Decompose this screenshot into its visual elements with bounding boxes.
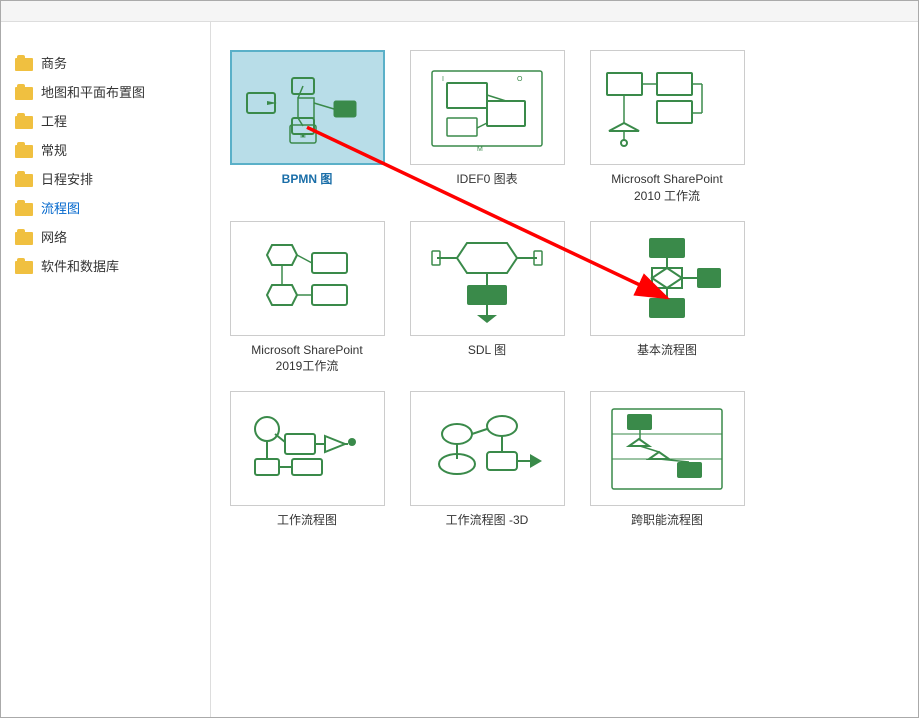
- template-item-work3d[interactable]: 工作流程图 -3D: [407, 391, 567, 529]
- template-label-sp2010: Microsoft SharePoint 2010 工作流: [611, 171, 722, 205]
- template-panel: ▣ BPMN 图 I O M IDEF0 图表 Microsoft ShareP…: [211, 22, 918, 717]
- sidebar-item-flowchart[interactable]: 流程图: [9, 193, 202, 222]
- category-label: 常规: [41, 140, 67, 159]
- category-label: 地图和平面布置图: [41, 82, 145, 101]
- folder-icon: [15, 258, 35, 274]
- dialog: 商务地图和平面布置图工程常规日程安排流程图网络软件和数据库 ▣ BPMN 图: [0, 0, 919, 718]
- category-panel: 商务地图和平面布置图工程常规日程安排流程图网络软件和数据库: [1, 22, 211, 717]
- template-label-idef0: IDEF0 图表: [456, 171, 517, 188]
- svg-text:I: I: [442, 76, 444, 83]
- svg-text:O: O: [517, 76, 523, 83]
- template-item-work[interactable]: 工作流程图: [227, 391, 387, 529]
- template-label-cross: 跨职能流程图: [631, 512, 703, 529]
- template-label-sp2019: Microsoft SharePoint 2019工作流: [251, 342, 362, 376]
- category-label: 软件和数据库: [41, 256, 119, 275]
- template-thumb-work3d: [410, 391, 565, 506]
- template-item-cross[interactable]: 跨职能流程图: [587, 391, 747, 529]
- sidebar-item-general[interactable]: 常规: [9, 135, 202, 164]
- template-item-sdl[interactable]: SDL 图: [407, 221, 567, 376]
- template-item-basic[interactable]: 基本流程图: [587, 221, 747, 376]
- template-thumb-work: [230, 391, 385, 506]
- sidebar-item-business[interactable]: 商务: [9, 48, 202, 77]
- template-thumb-cross: [590, 391, 745, 506]
- category-label: 网络: [41, 227, 67, 246]
- folder-icon: [15, 84, 35, 100]
- sidebar-item-engineering[interactable]: 工程: [9, 106, 202, 135]
- sidebar-item-map[interactable]: 地图和平面布置图: [9, 77, 202, 106]
- template-thumb-basic: [590, 221, 745, 336]
- category-label: 日程安排: [41, 169, 93, 188]
- folder-icon: [15, 55, 35, 71]
- sidebar-item-software[interactable]: 软件和数据库: [9, 251, 202, 280]
- folder-icon: [15, 229, 35, 245]
- category-list: 商务地图和平面布置图工程常规日程安排流程图网络软件和数据库: [9, 48, 202, 280]
- template-item-idef0[interactable]: I O M IDEF0 图表: [407, 50, 567, 205]
- category-label: 工程: [41, 111, 67, 130]
- template-label-work3d: 工作流程图 -3D: [446, 512, 529, 529]
- folder-icon: [15, 171, 35, 187]
- template-thumb-sp2019: [230, 221, 385, 336]
- template-item-sp2010[interactable]: Microsoft SharePoint 2010 工作流: [587, 50, 747, 205]
- category-label: 流程图: [41, 198, 80, 217]
- dialog-title-bar: [1, 1, 918, 22]
- template-item-sp2019[interactable]: Microsoft SharePoint 2019工作流: [227, 221, 387, 376]
- template-thumb-sp2010: [590, 50, 745, 165]
- folder-icon: [15, 200, 35, 216]
- sidebar-item-schedule[interactable]: 日程安排: [9, 164, 202, 193]
- template-label-basic: 基本流程图: [637, 342, 697, 359]
- templates-grid: ▣ BPMN 图 I O M IDEF0 图表 Microsoft ShareP…: [227, 50, 902, 529]
- sidebar-item-network[interactable]: 网络: [9, 222, 202, 251]
- category-label: 商务: [41, 53, 67, 72]
- template-thumb-sdl: [410, 221, 565, 336]
- template-thumb-idef0: I O M: [410, 50, 565, 165]
- template-label-sdl: SDL 图: [468, 342, 506, 359]
- template-item-bpmn[interactable]: ▣ BPMN 图: [227, 50, 387, 205]
- dialog-body: 商务地图和平面布置图工程常规日程安排流程图网络软件和数据库 ▣ BPMN 图: [1, 22, 918, 717]
- folder-icon: [15, 113, 35, 129]
- template-label-work: 工作流程图: [277, 512, 337, 529]
- svg-text:▣: ▣: [300, 133, 306, 139]
- svg-text:M: M: [477, 146, 483, 153]
- folder-icon: [15, 142, 35, 158]
- template-thumb-bpmn: ▣: [230, 50, 385, 165]
- template-label-bpmn: BPMN 图: [282, 171, 333, 188]
